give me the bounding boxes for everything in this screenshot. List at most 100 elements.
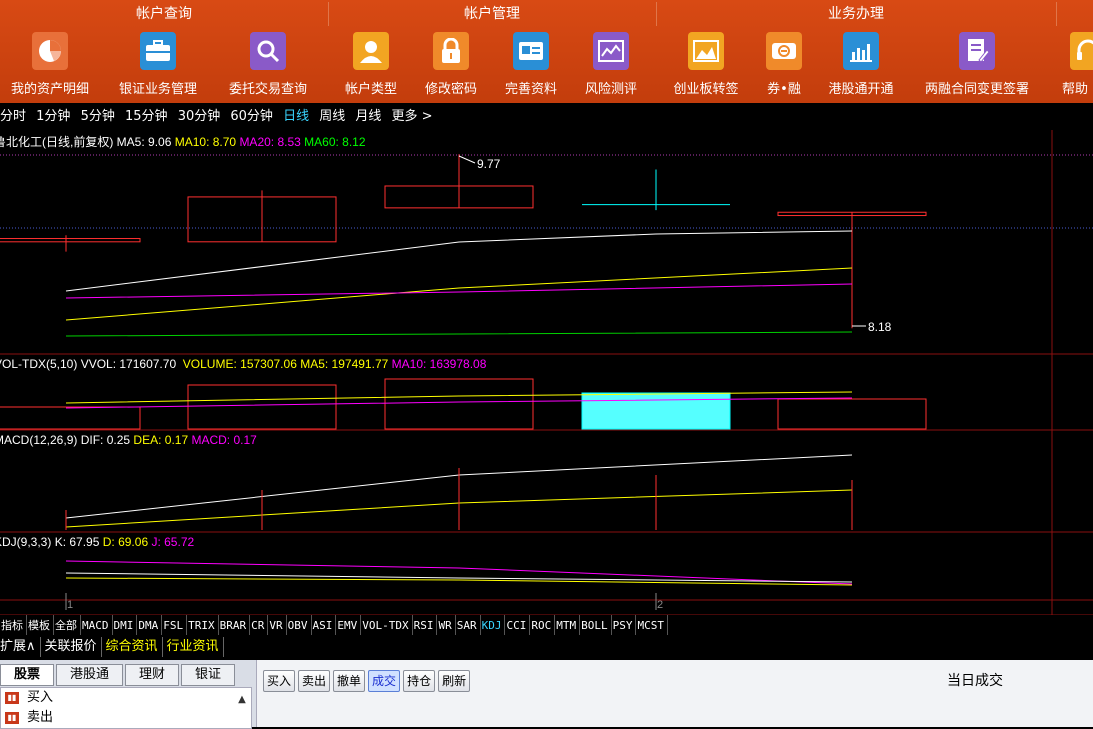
cancel-order-button[interactable]: 撤单 [333, 670, 366, 692]
gem-transfer-button[interactable]: 创业板转签 [666, 32, 746, 102]
indicator-tab-sar[interactable]: SAR [456, 615, 481, 635]
magnifier-icon [250, 32, 286, 70]
user-icon [353, 32, 389, 70]
indicator-tab-trix[interactable]: TRIX [187, 615, 219, 635]
d-value: D: 69.06 [102, 535, 149, 549]
tab-bank-securities[interactable]: 银证 [181, 664, 236, 686]
indicator-tab-kdj[interactable]: KDJ [481, 615, 506, 635]
buy-button[interactable]: 买入 [263, 670, 296, 692]
indicator-tab-dma[interactable]: DMA [137, 615, 163, 635]
panel-title: 当日成交 [947, 673, 1003, 689]
dea-value: DEA: 0.17 [133, 433, 189, 447]
account-type-button[interactable]: 帐户类型 [336, 32, 406, 102]
tree-item-label: 卖出 [27, 710, 54, 725]
ma20-value: MA20: 8.53 [239, 135, 301, 149]
change-password-button[interactable]: 修改密码 [416, 32, 486, 102]
tool-label: 两融合同变更签署 [924, 82, 1029, 97]
volume-bar [187, 384, 337, 430]
indicator-tab-roc[interactable]: ROC [530, 615, 556, 635]
line-chart-icon [593, 32, 629, 70]
period-1min[interactable]: 1分钟 [36, 109, 70, 124]
order-query-button[interactable]: 委托交易查询 [218, 32, 318, 102]
period-monthly[interactable]: 月线 [355, 109, 381, 124]
tree-item-sell[interactable]: ▮▮ 卖出 [1, 708, 251, 728]
vol-ma10-line [65, 397, 853, 409]
risk-assessment-button[interactable]: 风险测评 [576, 32, 646, 102]
period-daily[interactable]: 日线 [283, 109, 309, 124]
refresh-button[interactable]: 刷新 [438, 670, 471, 692]
indicator-tab-全部[interactable]: 全部 [54, 615, 81, 635]
tool-label: 券•融 [767, 82, 801, 97]
bar-chart-icon [843, 32, 879, 70]
indicator-tab-wr[interactable]: WR [437, 615, 456, 635]
section-divider [1056, 2, 1057, 26]
indicator-tab-mtm[interactable]: MTM [555, 615, 581, 635]
indicator-tab-cr[interactable]: CR [250, 615, 269, 635]
period-5min[interactable]: 5分钟 [81, 109, 115, 124]
ma60-value: MA60: 8.12 [304, 135, 366, 149]
indicator-tab-vr[interactable]: VR [268, 615, 287, 635]
volume-bar [777, 398, 927, 430]
indicator-tab-psy[interactable]: PSY [612, 615, 637, 635]
indicator-tab-obv[interactable]: OBV [287, 615, 312, 635]
indicator-tab-emv[interactable]: EMV [336, 615, 362, 635]
indicator-tab-boll[interactable]: BOLL [580, 615, 612, 635]
margin-contract-button[interactable]: 两融合同变更签署 [914, 32, 1040, 102]
volume-bar [384, 378, 534, 430]
period-more[interactable]: 更多 > [392, 109, 433, 124]
tab-hk-connect[interactable]: 港股通 [56, 664, 124, 686]
indicator-tab-asi[interactable]: ASI [312, 615, 337, 635]
margin-button[interactable]: 券•融 [756, 32, 812, 102]
indicator-tab-brar[interactable]: BRAR [219, 615, 251, 635]
period-30min[interactable]: 30分钟 [178, 109, 221, 124]
trade-detail-pane: 买入 卖出 撤单 成交 持仓 刷新 当日成交 [256, 660, 1093, 727]
trade-function-tree: ▮▮ 买入 ▮▮ 卖出 ▲ [0, 687, 252, 729]
positions-button[interactable]: 持仓 [403, 670, 436, 692]
tool-label: 银证业务管理 [118, 82, 197, 97]
asset-detail-button[interactable]: 我的资产明细 [0, 32, 100, 102]
industry-news-tab[interactable]: 行业资讯 [167, 637, 224, 657]
tree-item-buy[interactable]: ▮▮ 买入 [1, 688, 251, 708]
hk-connect-button[interactable]: 港股通开通 [818, 32, 904, 102]
k-value: K: 67.95 [54, 535, 100, 549]
stock-name: 鲁北化工(日线,前复权) [0, 135, 114, 149]
indicator-tab-mcst[interactable]: MCST [636, 615, 668, 635]
period-weekly[interactable]: 周线 [319, 109, 345, 124]
volume-legend: VOL-TDX(5,10) VVOL: 171607.70 VOLUME: 15… [0, 357, 486, 371]
section-title-account-query: 帐户查询 [136, 6, 192, 22]
indicator-tab-dmi[interactable]: DMI [113, 615, 138, 635]
tool-label: 委托交易查询 [228, 82, 307, 97]
indicator-tab-模板[interactable]: 模板 [27, 615, 54, 635]
period-selector: 分时 1分钟 5分钟 15分钟 30分钟 60分钟 日线 周线 月线 更多 > [0, 105, 1093, 127]
indicator-tab-cci[interactable]: CCI [505, 615, 531, 635]
tab-wealth[interactable]: 理财 [125, 664, 180, 686]
related-quote-tab[interactable]: 关联报价 [45, 637, 102, 657]
tab-stock[interactable]: 股票 [0, 664, 55, 686]
complete-profile-button[interactable]: 完善资料 [496, 32, 566, 102]
indicator-tab-macd[interactable]: MACD [81, 615, 113, 635]
help-button[interactable]: 帮助 [1062, 32, 1093, 102]
indicator-tab-指标[interactable]: 指标 [0, 615, 27, 635]
indicator-tab-fsl[interactable]: FSL [162, 615, 188, 635]
bank-securities-button[interactable]: 银证业务管理 [108, 32, 208, 102]
tool-label: 修改密码 [424, 82, 477, 97]
expand-tab[interactable]: 扩展∧ [0, 637, 41, 657]
tool-label: 我的资产明细 [10, 82, 89, 97]
deals-button[interactable]: 成交 [368, 670, 401, 692]
period-60min[interactable]: 60分钟 [230, 109, 273, 124]
section-title-business: 业务办理 [828, 6, 884, 22]
document-edit-icon [959, 32, 995, 70]
coin-icon [766, 32, 802, 70]
indicator-tab-vol-tdx[interactable]: VOL-TDX [361, 615, 413, 635]
news-tab[interactable]: 综合资讯 [106, 637, 163, 657]
sell-button[interactable]: 卖出 [298, 670, 331, 692]
vol-ma5-value: MA5: 197491.77 [300, 357, 389, 371]
indicator-tab-rsi[interactable]: RSI [413, 615, 438, 635]
scroll-up-arrow-icon[interactable]: ▲ [235, 694, 249, 708]
period-15min[interactable]: 15分钟 [125, 109, 168, 124]
volume-value: VOLUME: 157307.06 [182, 357, 297, 371]
tool-label: 风险测评 [584, 82, 637, 97]
period-tick[interactable]: 分时 [0, 109, 26, 124]
lock-icon [433, 32, 469, 70]
vol-ma5-line [65, 391, 853, 404]
